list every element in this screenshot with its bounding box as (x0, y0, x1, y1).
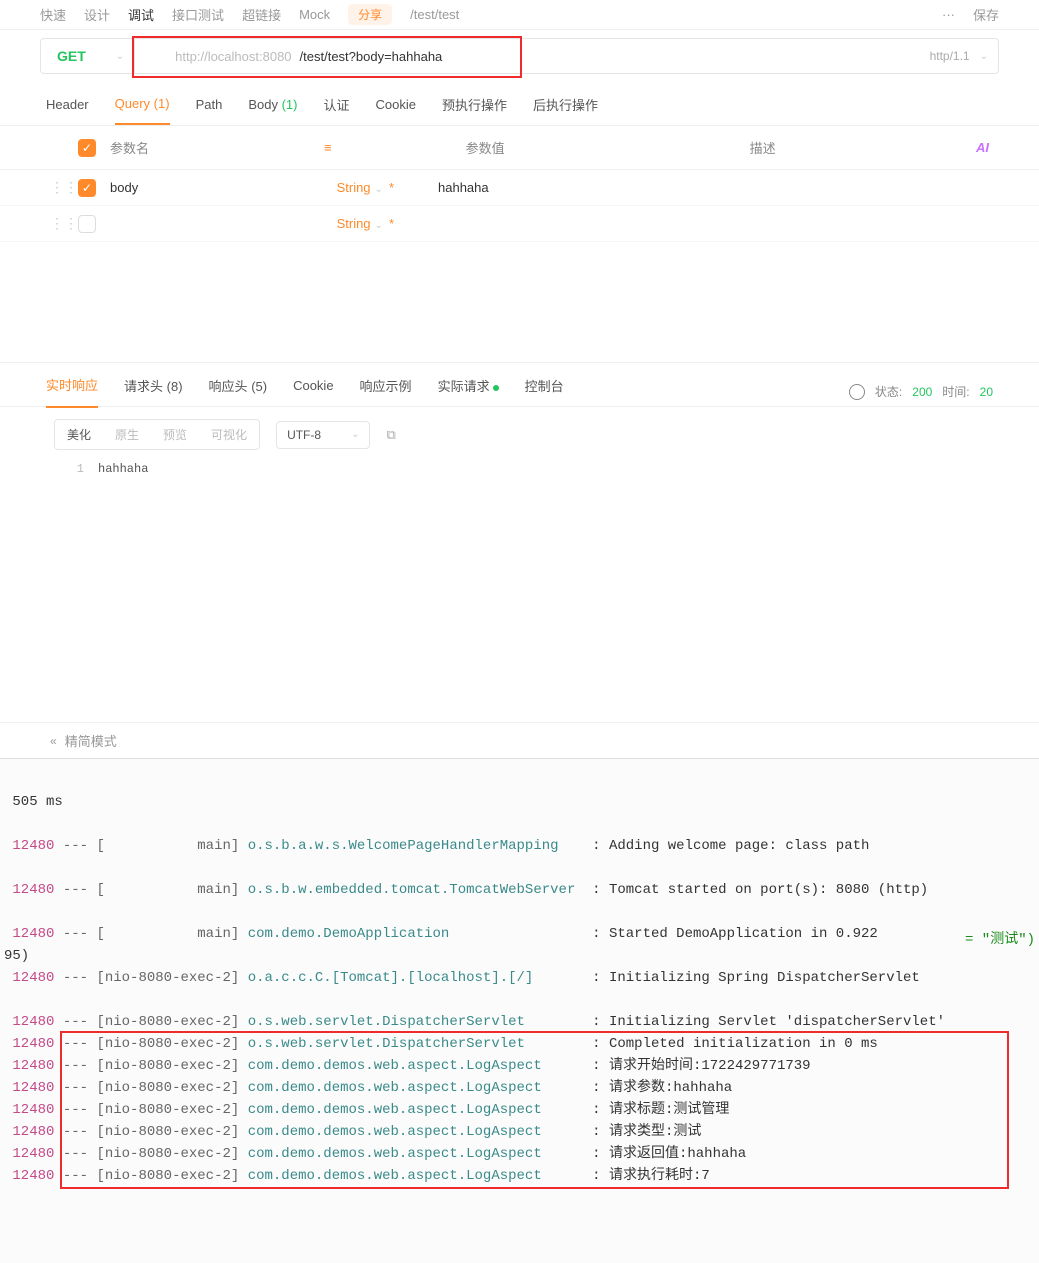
col-value: 参数值 (436, 138, 716, 157)
time-value: 20 (980, 385, 993, 399)
response-tabs: 实时响应 请求头 (8) 响应头 (5) Cookie 响应示例 实际请求 控制… (0, 363, 1039, 407)
top-tabs: 快速 设计 调试 接口测试 超链接 Mock 分享 /test/test ···… (0, 0, 1039, 30)
console-line: 12480 --- [nio-8080-exec-2] o.s.web.serv… (4, 1033, 1039, 1055)
param-value[interactable]: hahhaha (408, 180, 688, 195)
param-checkbox[interactable]: ✓ (78, 179, 96, 197)
top-path: /test/test (410, 7, 459, 22)
console-line: 12480 --- [nio-8080-exec-2] com.demo.dem… (4, 1099, 1039, 1121)
status-dot-icon (493, 385, 499, 391)
tab-example[interactable]: 响应示例 (360, 376, 412, 407)
ide-console: 505 ms 12480 --- [ main] o.s.b.a.w.s.Wel… (0, 758, 1039, 1263)
console-line: 12480 --- [nio-8080-exec-2] com.demo.dem… (4, 1143, 1039, 1165)
tab-header[interactable]: Header (46, 97, 89, 124)
view-preview[interactable]: 预览 (151, 420, 199, 449)
save-button[interactable]: 保存 (973, 5, 999, 24)
tab-debug[interactable]: 调试 (128, 5, 154, 24)
url-path: /test/test?body=hahhaha (292, 49, 443, 64)
console-line: 12480 --- [nio-8080-exec-2] o.a.c.c.C.[T… (4, 967, 1039, 989)
tab-actual[interactable]: 实际请求 (438, 376, 499, 407)
tab-body[interactable]: Body (1) (248, 97, 297, 124)
col-desc: 描述 (730, 138, 962, 157)
param-row: ⋮⋮ String ⌄ * (0, 206, 1039, 242)
chevron-down-icon: ⌄ (351, 429, 359, 440)
console-line: 12480 --- [nio-8080-exec-2] com.demo.dem… (4, 1165, 1039, 1187)
method-label: GET (57, 48, 86, 64)
equals-icon: ≡ (324, 140, 332, 155)
request-tabs: Header Query (1) Path Body (1) 认证 Cookie… (0, 82, 1039, 126)
console-line (4, 901, 1039, 923)
console-line (4, 989, 1039, 1011)
mode-label[interactable]: 精简模式 (65, 731, 117, 750)
param-row: ⋮⋮ ✓ body String ⌄ * hahhaha (0, 170, 1039, 206)
line-number: 1 (54, 462, 84, 476)
url-bar: GET ⌄ http://localhost:8080 /test/test?b… (0, 30, 1039, 82)
tab-post[interactable]: 后执行操作 (533, 95, 598, 126)
viewer-bar: 美化 原生 预览 可视化 UTF-8⌄ ⧉ (0, 407, 1039, 462)
tab-link[interactable]: 超链接 (242, 5, 281, 24)
encoding-dropdown[interactable]: UTF-8⌄ (276, 421, 370, 449)
view-mode-group: 美化 原生 预览 可视化 (54, 419, 260, 450)
view-visual[interactable]: 可视化 (199, 420, 259, 449)
annotation-text: = "测试") (965, 929, 1035, 951)
url-host: http://localhost:8080 (135, 49, 291, 64)
share-badge[interactable]: 分享 (348, 4, 392, 25)
ai-button[interactable]: AI (976, 140, 989, 155)
console-line: 95) (4, 945, 1039, 967)
checkbox-all[interactable]: ✓ (78, 139, 96, 157)
protocol-label: http/1.1 (930, 49, 980, 63)
tab-apitest[interactable]: 接口测试 (172, 5, 224, 24)
tab-reqheader[interactable]: 请求头 (8) (124, 376, 183, 407)
console-line (4, 857, 1039, 879)
console-line: 12480 --- [nio-8080-exec-2] o.s.web.serv… (4, 1011, 1039, 1033)
footer-bar: « 精简模式 (0, 722, 1039, 758)
chevron-down-icon[interactable]: ⌄ (980, 51, 998, 62)
tab-resheader[interactable]: 响应头 (5) (209, 376, 268, 407)
console-line: 12480 --- [ main] o.s.b.a.w.s.WelcomePag… (4, 835, 1039, 857)
tab-auth[interactable]: 认证 (323, 95, 349, 126)
col-name: 参数名 (110, 138, 310, 157)
drag-handle-icon[interactable]: ⋮⋮ (50, 215, 64, 232)
tab-cookie[interactable]: Cookie (375, 97, 415, 124)
tab-quick[interactable]: 快速 (40, 5, 66, 24)
param-name[interactable]: body (110, 180, 310, 195)
console-line: 12480 --- [ main] com.demo.DemoApplicati… (4, 923, 1039, 945)
status-code: 200 (912, 385, 932, 399)
chevron-down-icon: ⌄ (375, 184, 383, 195)
param-type[interactable]: String (337, 180, 371, 195)
view-pretty[interactable]: 美化 (55, 420, 103, 449)
time-label: 时间: (942, 383, 969, 400)
param-header: ✓ 参数名 ≡ 参数值 描述 AI (0, 126, 1039, 170)
console-line: 12480 --- [nio-8080-exec-2] com.demo.dem… (4, 1077, 1039, 1099)
tab-resp-cookie[interactable]: Cookie (293, 378, 333, 405)
globe-icon[interactable] (849, 384, 865, 400)
url-input[interactable]: http://localhost:8080 /test/test?body=ha… (134, 38, 999, 74)
console-line: 12480 --- [nio-8080-exec-2] com.demo.dem… (4, 1055, 1039, 1077)
tab-design[interactable]: 设计 (84, 5, 110, 24)
tab-query[interactable]: Query (1) (115, 96, 170, 125)
tab-console[interactable]: 控制台 (525, 376, 564, 407)
tab-path[interactable]: Path (196, 97, 223, 124)
tab-mock[interactable]: Mock (299, 7, 330, 22)
chevron-left-icon[interactable]: « (50, 734, 57, 748)
param-type[interactable]: String (337, 216, 371, 231)
startup-time: 505 ms (4, 791, 1039, 813)
param-checkbox[interactable] (78, 215, 96, 233)
tab-realtime[interactable]: 实时响应 (46, 375, 98, 408)
chevron-down-icon: ⌄ (116, 51, 124, 62)
console-line: 12480 --- [nio-8080-exec-2] com.demo.dem… (4, 1121, 1039, 1143)
more-icon[interactable]: ··· (942, 7, 955, 22)
view-raw[interactable]: 原生 (103, 420, 151, 449)
drag-handle-icon[interactable]: ⋮⋮ (50, 179, 64, 196)
status-label: 状态: (875, 383, 902, 400)
method-dropdown[interactable]: GET ⌄ (40, 38, 134, 74)
chevron-down-icon: ⌄ (375, 220, 383, 231)
required-star-icon: * (389, 216, 394, 231)
copy-icon[interactable]: ⧉ (386, 427, 395, 443)
response-body: 1 hahhaha (0, 462, 1039, 722)
body-content: hahhaha (98, 462, 148, 476)
required-star-icon: * (389, 180, 394, 195)
tab-pre[interactable]: 预执行操作 (442, 95, 507, 126)
console-line: 12480 --- [ main] o.s.b.w.embedded.tomca… (4, 879, 1039, 901)
